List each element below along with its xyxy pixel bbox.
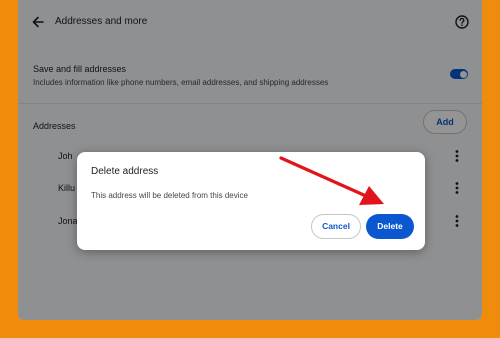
cancel-button[interactable]: Cancel <box>311 214 361 239</box>
delete-button[interactable]: Delete <box>366 214 414 239</box>
delete-address-dialog: Delete address This address will be dele… <box>77 152 425 250</box>
dialog-title: Delete address <box>91 166 159 177</box>
dialog-message: This address will be deleted from this d… <box>91 191 248 200</box>
